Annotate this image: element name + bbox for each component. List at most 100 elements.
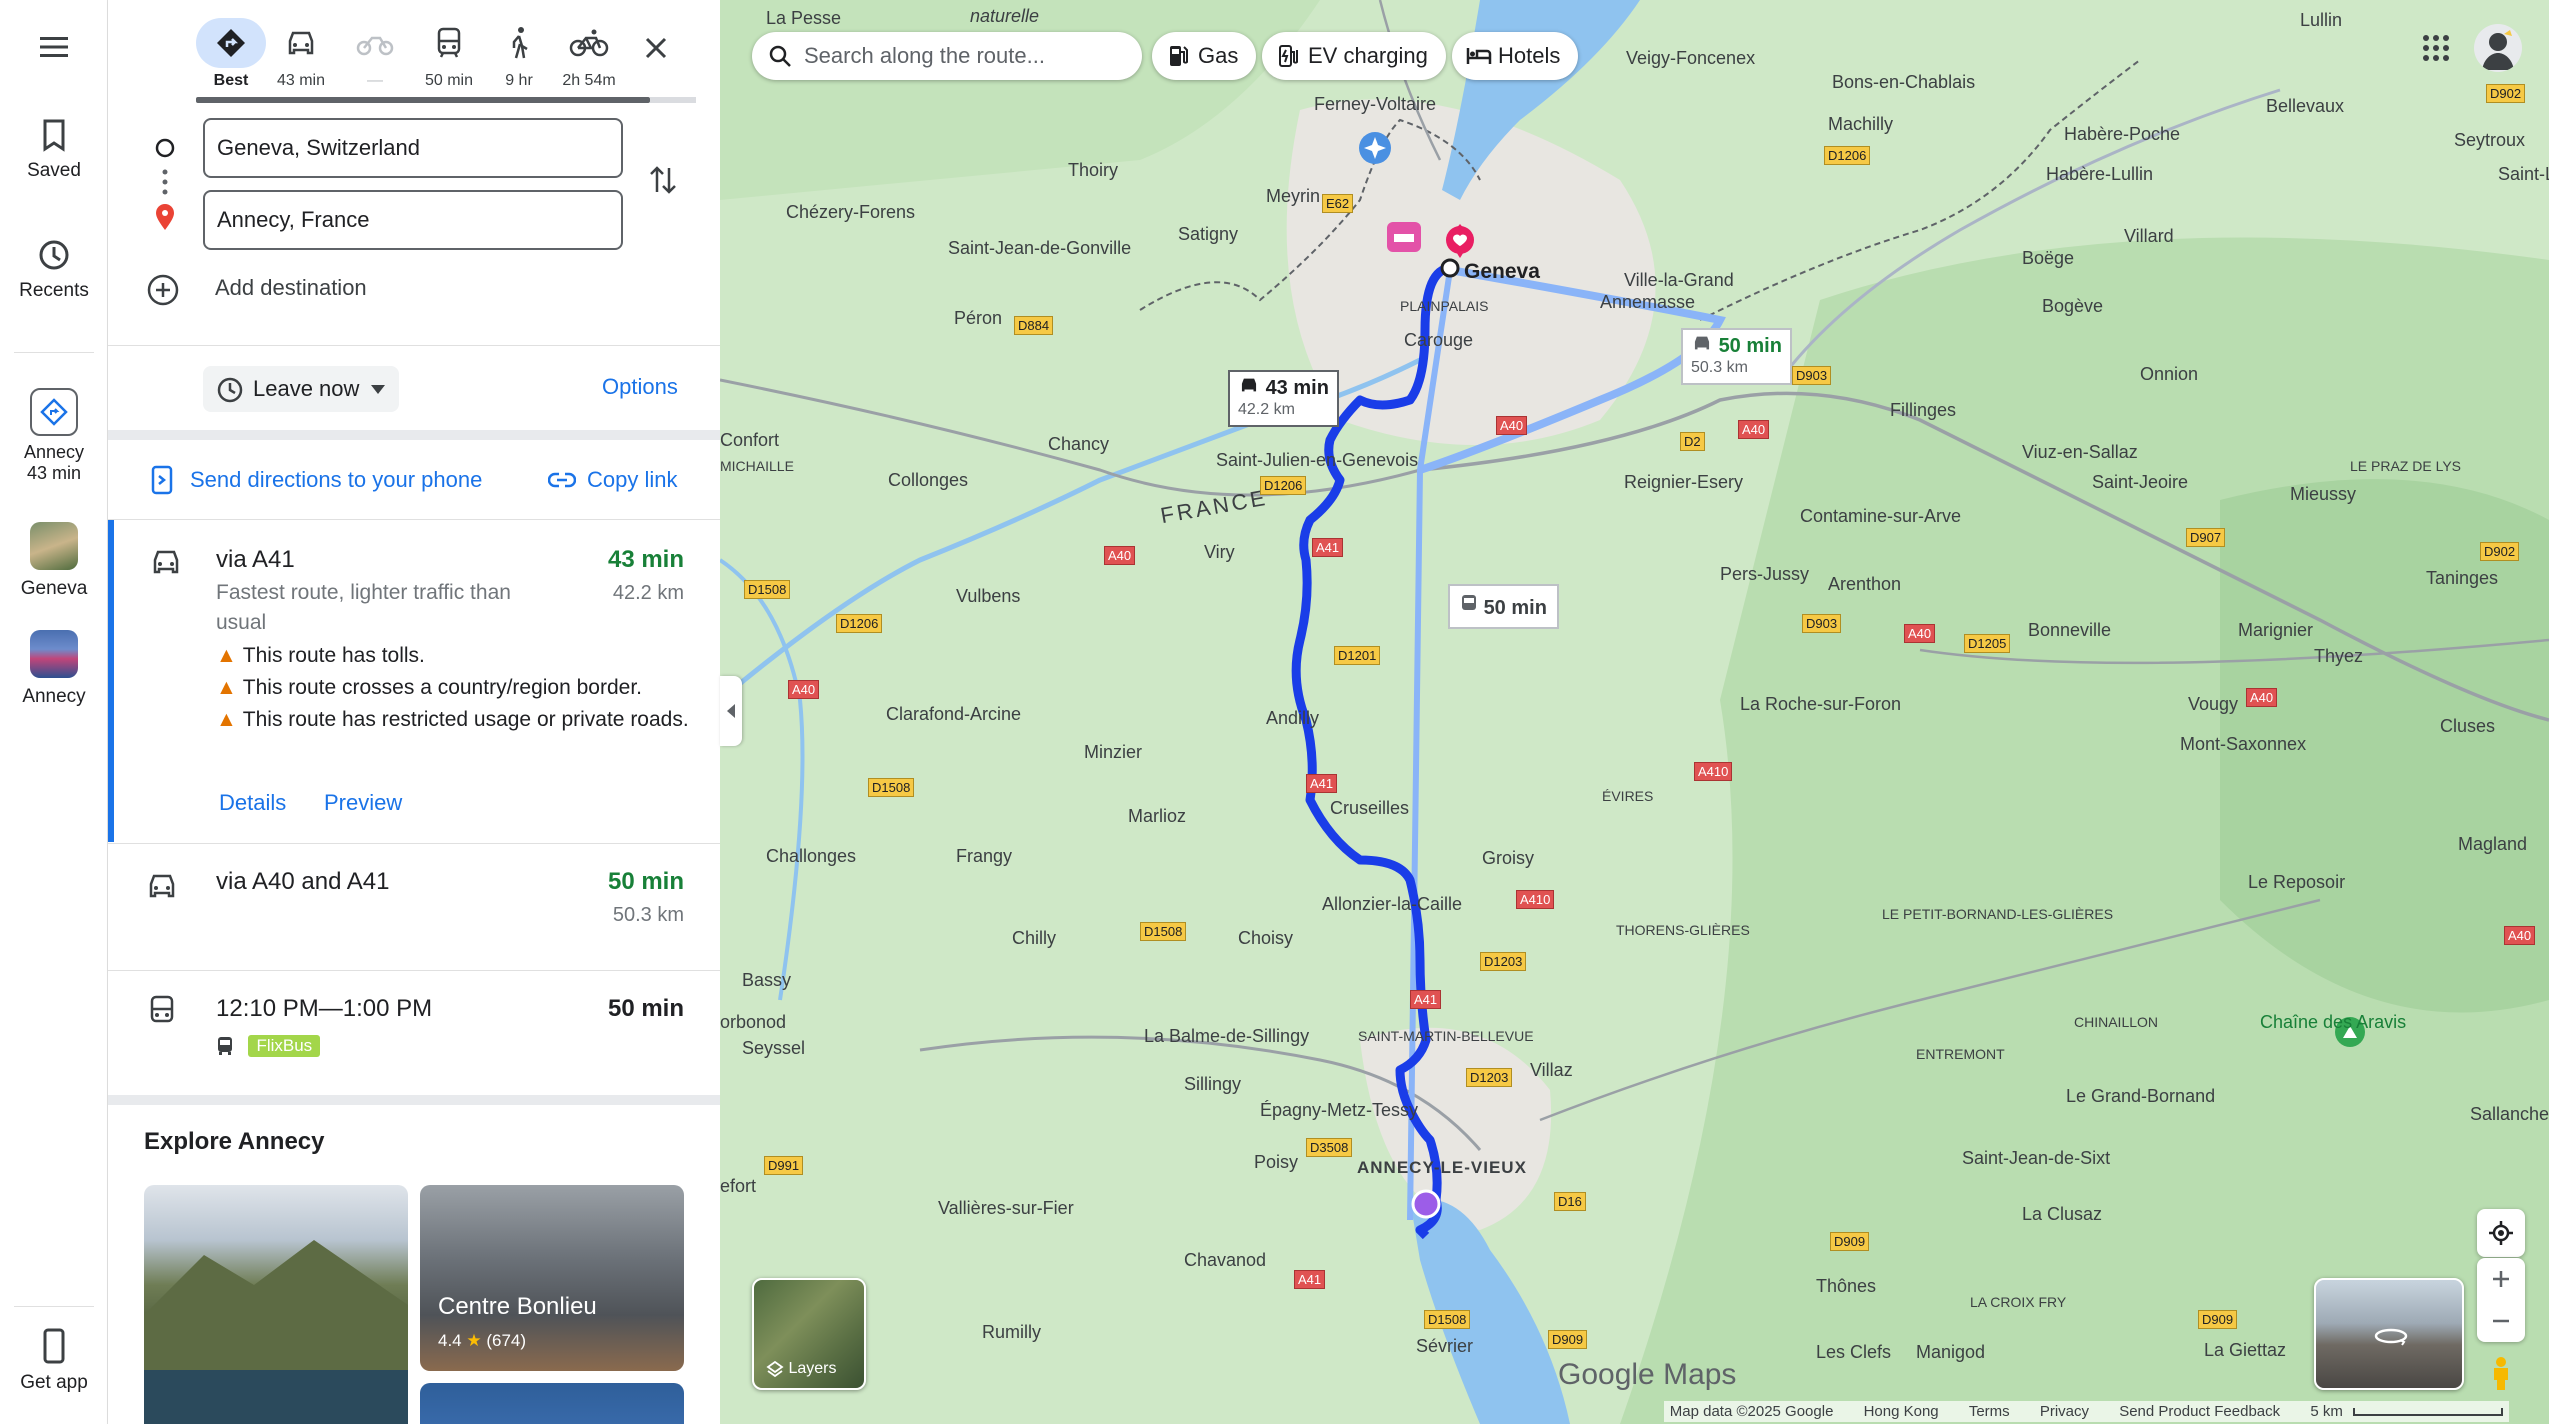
route-callout-transit[interactable]: 50 min — [1448, 584, 1559, 629]
mode-motorcycle[interactable]: — — [340, 18, 410, 90]
search-along-route-input[interactable]: Search along the route... — [752, 32, 1142, 80]
route-option-a41[interactable]: via A41 43 min 42.2 km Fastest route, li… — [108, 520, 720, 842]
place-label: ENTREMONT — [1916, 1046, 2005, 1062]
leave-now-dropdown[interactable]: Leave now — [203, 366, 399, 412]
road-tag: A410 — [1516, 890, 1555, 909]
terms-link[interactable]: Terms — [1969, 1403, 2010, 1420]
gas-station-icon — [1170, 46, 1188, 66]
car-icon — [153, 550, 179, 574]
recents-button[interactable]: Recents — [0, 238, 108, 302]
privacy-link[interactable]: Privacy — [2040, 1403, 2089, 1420]
annecy-thumbnail — [30, 630, 78, 678]
bookmark-icon — [43, 119, 65, 152]
google-maps-logo: Google Maps — [1558, 1358, 1737, 1391]
details-button[interactable]: Details — [219, 790, 286, 816]
zoom-out-button[interactable] — [2491, 1300, 2511, 1342]
feedback-link[interactable]: Send Product Feedback — [2119, 1403, 2280, 1420]
mode-walking[interactable]: 9 hr — [484, 18, 554, 90]
place-label: LE PRAZ DE LYS — [2350, 458, 2462, 474]
preview-button[interactable]: Preview — [324, 790, 402, 816]
add-destination-button[interactable]: Add destination — [215, 275, 367, 301]
place-label: LE PETIT-BORNAND-LES-GLIÈRES — [1882, 906, 2114, 922]
recent-place-geneva[interactable]: Geneva — [0, 522, 108, 600]
place-label: Péron — [954, 308, 1003, 328]
road-tag: D903 — [1792, 366, 1832, 385]
origin-field[interactable]: Geneva, Switzerland — [203, 118, 623, 178]
close-directions-button[interactable] — [636, 28, 676, 68]
place-label: Bogève — [2042, 296, 2104, 316]
place-label: Veigy-Foncenex — [1626, 48, 1756, 68]
route-option-a40-a41[interactable]: via A40 and A41 50 min 50.3 km — [108, 844, 720, 970]
destination-field[interactable]: Annecy, France — [203, 190, 623, 250]
route-time: 43 min — [607, 546, 684, 573]
collapse-panel-button[interactable] — [720, 676, 742, 746]
options-button[interactable]: Options — [602, 374, 678, 400]
place-label: Collonges — [888, 470, 969, 490]
place-label: PLAINPALAIS — [1400, 298, 1489, 314]
saved-button[interactable]: Saved — [0, 118, 108, 182]
road-tag: D1508 — [868, 778, 915, 797]
warning-icon: ▲ — [216, 676, 237, 699]
rail-divider — [14, 352, 94, 353]
menu-button[interactable] — [0, 34, 108, 68]
road-tag: A40 — [1904, 624, 1936, 643]
layers-button[interactable]: Layers — [752, 1278, 866, 1390]
warning-text: This route has tolls. — [242, 644, 425, 667]
get-app-button[interactable]: Get app — [0, 1328, 108, 1394]
callout-time: 43 min — [1265, 377, 1329, 399]
route-time: 50 min — [607, 868, 684, 895]
road-tag: D1206 — [836, 614, 883, 633]
mode-best[interactable]: Best — [196, 18, 266, 90]
bicycle-icon — [569, 29, 609, 57]
place-label: Andilly — [1266, 708, 1320, 728]
ev-charging-chip[interactable]: EV charging — [1262, 32, 1446, 80]
pegman-button[interactable] — [2477, 1350, 2525, 1398]
place-label: Poisy — [1254, 1152, 1299, 1172]
search-icon — [769, 45, 791, 67]
street-view-thumbnail[interactable] — [2314, 1278, 2464, 1390]
place-label: Chancy — [1048, 434, 1110, 454]
mode-driving[interactable]: 43 min — [266, 18, 336, 90]
mountain-photo — [144, 1240, 408, 1424]
place-label: Villaz — [1530, 1060, 1573, 1080]
mode-label: 50 min — [424, 72, 474, 89]
route-callout-main[interactable]: 43 min 42.2 km — [1228, 370, 1339, 427]
chip-label: Gas — [1198, 43, 1239, 68]
scale-label[interactable]: 5 km — [2310, 1403, 2343, 1420]
hotels-chip[interactable]: Hotels — [1452, 32, 1579, 80]
road-tag: A40 — [788, 680, 820, 699]
recent-route-annecy[interactable]: Annecy 43 min — [0, 388, 108, 484]
swap-button[interactable] — [648, 162, 678, 203]
rating-value: 4.4 — [438, 1331, 462, 1350]
card-title: Centre Bonlieu — [438, 1293, 597, 1320]
explore-card-lake[interactable] — [144, 1185, 408, 1424]
road-tag: A40 — [1738, 420, 1770, 439]
mode-cycling[interactable]: 2h 54m — [554, 18, 624, 90]
my-location-button[interactable] — [2477, 1209, 2525, 1257]
apps-grid-icon[interactable] — [2422, 34, 2450, 62]
car-icon — [149, 874, 175, 898]
map-canvas[interactable]: 43 min 42.2 km 50 min 50.3 km 50 min Gen… — [720, 0, 2549, 1424]
recent-place-annecy[interactable]: Annecy — [0, 630, 108, 708]
place-label: SAINT-MARTIN-BELLEVUE — [1358, 1028, 1534, 1044]
warning-text: This route has restricted usage or priva… — [242, 708, 689, 731]
route-option-transit[interactable]: 12:10 PM—1:00 PM 50 min FlixBus — [108, 971, 720, 1095]
explore-card-3[interactable] — [420, 1383, 684, 1424]
mode-label: Best — [213, 72, 249, 89]
mode-transit[interactable]: 50 min — [414, 18, 484, 90]
gas-chip[interactable]: Gas — [1152, 32, 1257, 80]
road-tag: D902 — [2480, 542, 2520, 561]
account-avatar[interactable] — [2474, 24, 2522, 72]
directions-panel: Best 43 min — 50 min 9 hr 2h 54m Geneva,… — [108, 0, 720, 1424]
copy-link-button[interactable]: Copy link — [587, 467, 677, 493]
send-directions-link[interactable]: Send directions to your phone — [190, 467, 482, 493]
explore-card-centre-bonlieu[interactable]: Centre Bonlieu 4.4 ★ (674) — [420, 1185, 684, 1371]
add-icon[interactable] — [146, 273, 180, 307]
place-label: Bellevaux — [2266, 96, 2345, 116]
place-label: Groisy — [1482, 848, 1535, 868]
zoom-in-button[interactable] — [2491, 1258, 2511, 1300]
scale-bar — [2353, 1408, 2503, 1416]
route-callout-alt[interactable]: 50 min 50.3 km — [1681, 328, 1792, 385]
region-link[interactable]: Hong Kong — [1864, 1403, 1939, 1420]
leave-now-label: Leave now — [253, 376, 360, 401]
